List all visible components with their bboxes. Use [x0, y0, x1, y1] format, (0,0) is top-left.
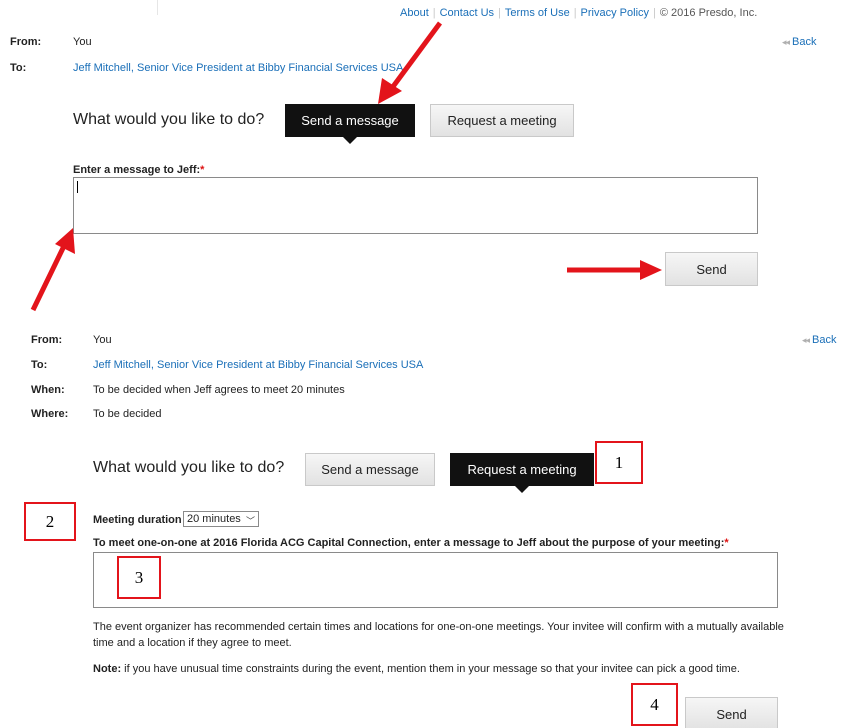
annotation-arrows: [30, 21, 662, 312]
arrow-head-icon: [55, 228, 75, 254]
arrow-head-icon: [640, 260, 662, 280]
